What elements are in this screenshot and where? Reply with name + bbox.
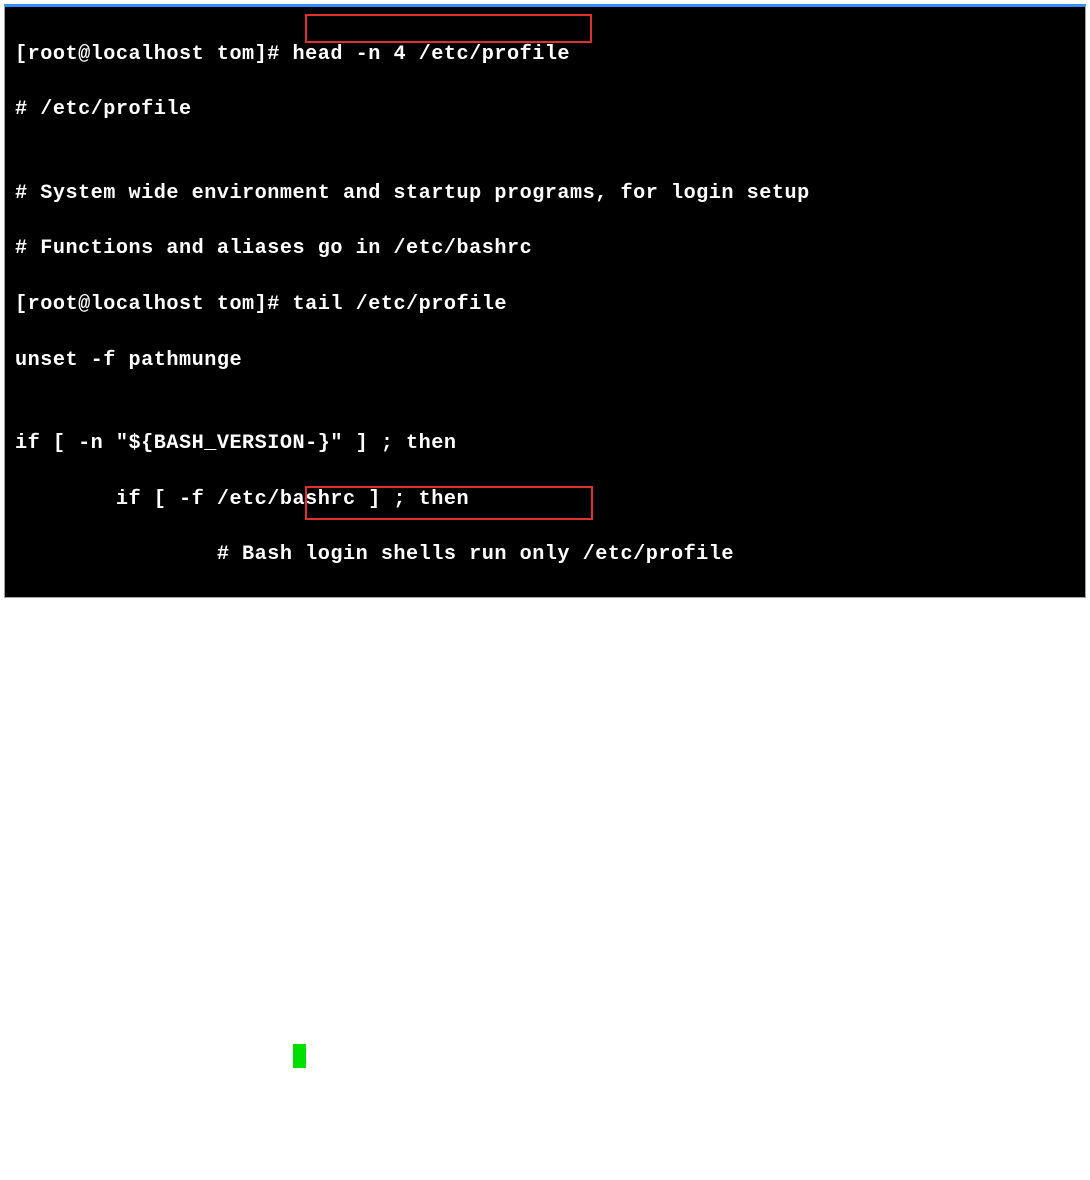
output-line: . /etc/bashrc bbox=[15, 708, 1075, 736]
output-line: # Check for double sourcing is done in /… bbox=[15, 652, 1075, 680]
prompt: [root@localhost tom]# bbox=[15, 1043, 293, 1066]
output-line: if [ -n "${BASH_VERSION-}" ] ; then bbox=[15, 430, 1075, 458]
output-line: # Bash non-login shells run only /etc/ba… bbox=[15, 597, 1075, 625]
prompt-line-2: [root@localhost tom]# tail /etc/profile bbox=[15, 291, 1075, 319]
output-line: if [ -f /etc/bashrc ] ; then bbox=[15, 486, 1075, 514]
prompt: [root@localhost tom]# bbox=[15, 43, 293, 66]
command-text: tail /etc/profile bbox=[293, 293, 507, 316]
output-line: fi bbox=[15, 819, 1075, 847]
output-line: unset -f pathmunge bbox=[15, 347, 1075, 375]
cursor-icon bbox=[293, 1044, 306, 1068]
output-line: # System wide environment and startup pr… bbox=[15, 180, 1075, 208]
output-line: fi bbox=[15, 986, 1075, 1014]
output-line: # Bash login shells run only /etc/profil… bbox=[15, 541, 1075, 569]
prompt-line-3: [root@localhost tom]# tail -n 2 /etc/pro… bbox=[15, 875, 1075, 903]
output-line: fi bbox=[15, 764, 1075, 792]
prompt: [root@localhost tom]# bbox=[15, 877, 293, 900]
prompt: [root@localhost tom]# bbox=[15, 293, 293, 316]
command-text: head -n 4 /etc/profile bbox=[293, 43, 571, 66]
terminal-window[interactable]: [root@localhost tom]# head -n 4 /etc/pro… bbox=[4, 4, 1086, 598]
highlight-box-head-cmd bbox=[305, 14, 592, 43]
prompt-line-1: [root@localhost tom]# head -n 4 /etc/pro… bbox=[15, 41, 1075, 69]
output-line: # Functions and aliases go in /etc/bashr… bbox=[15, 235, 1075, 263]
prompt-line-4[interactable]: [root@localhost tom]# bbox=[15, 1041, 1075, 1069]
output-line: fi bbox=[15, 930, 1075, 958]
output-line: # /etc/profile bbox=[15, 96, 1075, 124]
command-text: tail -n 2 /etc/profile bbox=[293, 877, 571, 900]
